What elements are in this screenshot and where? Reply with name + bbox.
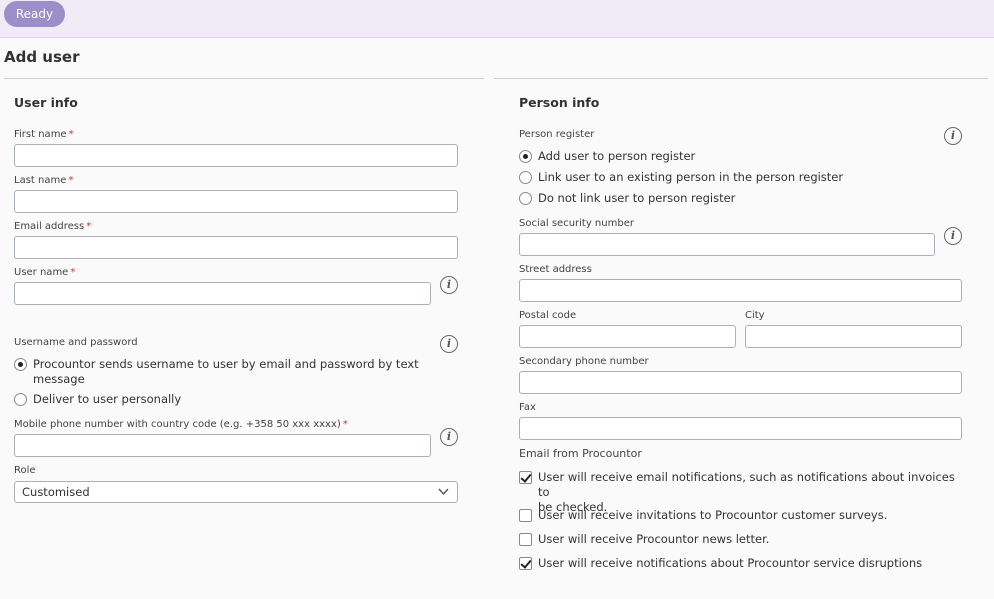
info-icon[interactable]: i	[440, 276, 458, 294]
mobile-input[interactable]	[15, 436, 430, 457]
radio-button[interactable]	[519, 171, 532, 184]
role-select[interactable]: Customised	[14, 481, 458, 503]
street-field[interactable]	[519, 279, 962, 302]
email-input[interactable]	[15, 238, 457, 259]
email-field[interactable]	[14, 236, 458, 259]
city-label: City	[745, 310, 765, 321]
radio-do-not-link[interactable]: Do not link user to person register	[519, 191, 735, 206]
user-name-label: User name *	[14, 267, 76, 278]
fax-field[interactable]	[519, 417, 962, 440]
checkbox[interactable]	[519, 471, 532, 484]
info-icon[interactable]: i	[944, 127, 962, 145]
checkbox-survey-invitations[interactable]: User will receive invitations to Procoun…	[519, 508, 887, 523]
radio-deliver-personally[interactable]: Deliver to user personally	[14, 392, 181, 407]
user-name-field[interactable]	[14, 282, 431, 305]
radio-send-credentials[interactable]: Procountor sends username to user by ema…	[14, 357, 434, 387]
credentials-label: Username and password	[14, 337, 138, 348]
role-label: Role	[14, 465, 36, 476]
city-input[interactable]	[746, 327, 961, 348]
radio-button[interactable]	[519, 150, 532, 163]
divider-right	[494, 78, 988, 79]
info-icon[interactable]: i	[440, 335, 458, 353]
page-title: Add user	[4, 48, 80, 66]
first-name-input[interactable]	[15, 146, 457, 167]
first-name-field[interactable]	[14, 144, 458, 167]
info-icon[interactable]: i	[944, 227, 962, 245]
postal-code-input[interactable]	[520, 327, 735, 348]
secondary-phone-field[interactable]	[519, 371, 962, 394]
radio-button[interactable]	[14, 393, 27, 406]
user-info-title: User info	[14, 95, 78, 110]
radio-button[interactable]	[519, 192, 532, 205]
email-label: Email address *	[14, 221, 92, 232]
radio-add-to-register[interactable]: Add user to person register	[519, 149, 695, 164]
street-label: Street address	[519, 264, 592, 275]
person-info-title: Person info	[519, 95, 600, 110]
secondary-phone-label: Secondary phone number	[519, 356, 649, 367]
checkbox[interactable]	[519, 509, 532, 522]
postal-code-field[interactable]	[519, 325, 736, 348]
fax-input[interactable]	[520, 419, 961, 440]
mobile-field[interactable]	[14, 434, 431, 457]
checkbox[interactable]	[519, 557, 532, 570]
last-name-label: Last name *	[14, 175, 74, 186]
ssn-field[interactable]	[519, 233, 935, 256]
secondary-phone-input[interactable]	[520, 373, 961, 394]
ssn-input[interactable]	[520, 235, 934, 256]
email-prefs-label: Email from Procountor	[519, 447, 642, 460]
checkbox[interactable]	[519, 533, 532, 546]
chevron-down-icon	[438, 488, 449, 496]
fax-label: Fax	[519, 402, 536, 413]
role-value: Customised	[22, 485, 90, 499]
ssn-label: Social security number	[519, 218, 634, 229]
info-icon[interactable]: i	[440, 428, 458, 446]
last-name-input[interactable]	[15, 192, 457, 213]
radio-button[interactable]	[14, 358, 27, 371]
mobile-label: Mobile phone number with country code (e…	[14, 419, 348, 430]
street-input[interactable]	[520, 281, 961, 302]
user-name-input[interactable]	[15, 284, 430, 305]
checkbox-news-letter[interactable]: User will receive Procountor news letter…	[519, 532, 769, 547]
city-field[interactable]	[745, 325, 962, 348]
top-bar: Ready	[0, 0, 994, 38]
checkbox-service-disruptions[interactable]: User will receive notifications about Pr…	[519, 556, 922, 571]
postal-code-label: Postal code	[519, 310, 577, 321]
first-name-label: First name *	[14, 129, 74, 140]
last-name-field[interactable]	[14, 190, 458, 213]
person-register-label: Person register	[519, 129, 595, 140]
divider-left	[4, 78, 484, 79]
status-badge: Ready	[4, 1, 65, 27]
radio-link-existing[interactable]: Link user to an existing person in the p…	[519, 170, 843, 185]
